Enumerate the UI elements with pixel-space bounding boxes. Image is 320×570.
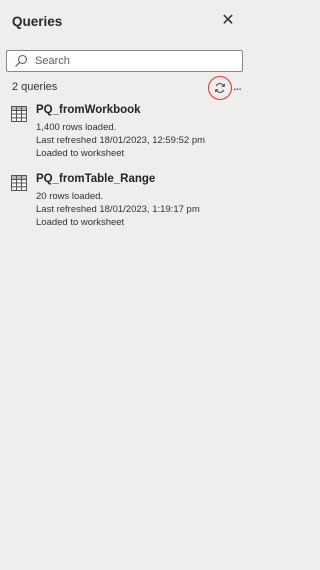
query-load-destination: Loaded to worksheet xyxy=(36,217,125,228)
search-input[interactable] xyxy=(35,53,235,69)
query-item-pq-fromtable-range[interactable]: PQ_fromTable_Range 20 rows loaded. Last … xyxy=(10,173,242,229)
query-name: PQ_fromWorkbook xyxy=(36,104,141,116)
query-name: PQ_fromTable_Range xyxy=(36,173,156,185)
more-options-button[interactable]: ... xyxy=(233,77,245,95)
query-rows-loaded: 20 rows loaded. xyxy=(36,191,104,202)
refresh-all-button[interactable] xyxy=(208,76,232,100)
table-icon xyxy=(11,106,27,122)
table-icon xyxy=(11,175,27,191)
search-icon xyxy=(15,54,28,67)
search-box[interactable] xyxy=(6,50,243,72)
queries-count: 2 queries xyxy=(12,81,58,93)
close-icon[interactable]: ✕ xyxy=(219,12,237,30)
queries-pane: Queries ✕ 2 queries ... PQ_fromWorkbook … xyxy=(0,0,246,570)
refresh-icon xyxy=(215,83,225,93)
pane-title: Queries xyxy=(12,14,63,29)
query-last-refreshed: Last refreshed 18/01/2023, 12:59:52 pm xyxy=(36,135,206,146)
query-item-pq-fromworkbook[interactable]: PQ_fromWorkbook 1,400 rows loaded. Last … xyxy=(10,104,242,160)
query-load-destination: Loaded to worksheet xyxy=(36,148,125,159)
query-last-refreshed: Last refreshed 18/01/2023, 1:19:17 pm xyxy=(36,204,200,215)
query-rows-loaded: 1,400 rows loaded. xyxy=(36,122,117,133)
